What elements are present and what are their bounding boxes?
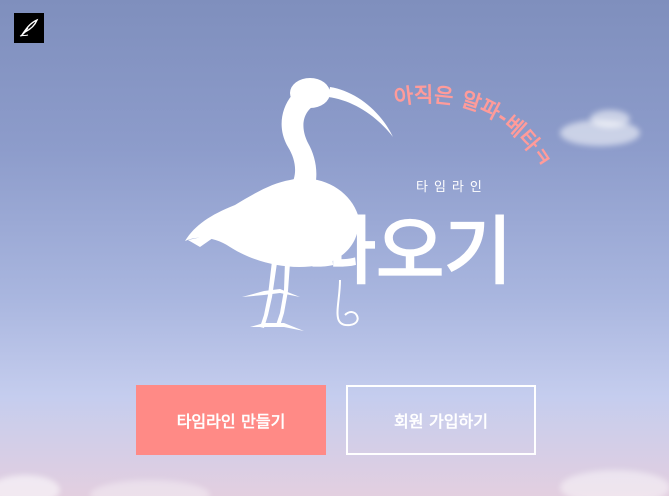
ttaogi-logo: 아직은 알파-베타ㅋ 타임라인 따오기 <box>180 65 580 340</box>
logo-subtitle: 타임라인 <box>416 180 488 195</box>
signup-button[interactable]: 회원 가입하기 <box>346 385 536 455</box>
logo-title: 따오기 <box>308 209 512 295</box>
cloud <box>90 480 210 496</box>
quill-pen-icon[interactable] <box>14 13 44 43</box>
cloud <box>560 470 669 496</box>
svg-text:아직은 알파-베타ㅋ: 아직은 알파-베타ㅋ <box>393 83 557 172</box>
cloud <box>0 475 60 496</box>
cloud <box>590 110 630 128</box>
create-timeline-button[interactable]: 타임라인 만들기 <box>136 385 326 455</box>
tagline: 아직은 알파-베타ㅋ <box>393 83 557 172</box>
